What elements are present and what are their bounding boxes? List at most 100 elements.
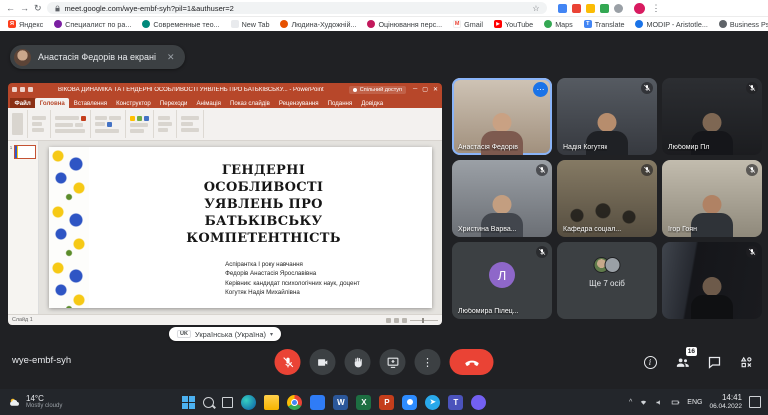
tab-home[interactable]: Головна <box>35 98 69 108</box>
participant-tile[interactable]: Л Любомира Пілец... <box>452 242 552 319</box>
edge-icon[interactable] <box>241 395 256 410</box>
participant-tile[interactable]: Христина Варва... <box>452 160 552 237</box>
extension-icon-3[interactable] <box>586 4 595 13</box>
clock[interactable]: 14:41 06.04.2022 <box>709 393 742 410</box>
back-icon[interactable]: ← <box>6 4 15 13</box>
hidden-icons-caret[interactable]: ^ <box>629 399 632 406</box>
tab-design[interactable]: Конструктор <box>112 98 156 108</box>
powerpoint-titlebar: ВІКОВА ДИНАМІКА ТА ГЕНДЕРНІ ОСОБЛИВОСТІ … <box>8 83 442 96</box>
tab-review[interactable]: Рецензування <box>274 98 323 108</box>
excel-icon[interactable]: X <box>356 395 371 410</box>
mic-button[interactable] <box>275 349 301 375</box>
overflow-tile[interactable]: Ще 7 осіб <box>557 242 657 319</box>
tab-file[interactable]: Файл <box>10 98 35 108</box>
window-controls[interactable]: ─▢✕ <box>413 86 438 93</box>
powerpoint-icon[interactable]: P <box>379 395 394 410</box>
reload-icon[interactable]: ↻ <box>34 4 42 13</box>
weather-widget[interactable]: 14°C Mostly cloudy <box>0 389 70 415</box>
battery-icon[interactable] <box>671 398 680 407</box>
share-button[interactable]: Спільний доступ <box>349 86 406 94</box>
bookmark-new-tab[interactable]: New Tab <box>231 20 270 29</box>
people-button[interactable]: 16 <box>674 354 690 370</box>
view-zoom-controls[interactable] <box>386 318 438 323</box>
chat-button[interactable] <box>706 354 722 370</box>
telegram-icon[interactable]: ➤ <box>425 395 440 410</box>
present-button[interactable] <box>380 349 406 375</box>
meeting-details-button[interactable]: i <box>642 354 658 370</box>
bookmark-item[interactable]: Специалист по ра... <box>54 20 131 29</box>
profile-avatar[interactable] <box>634 3 645 14</box>
participant-tile[interactable]: Ігор Гоян <box>662 160 762 237</box>
quick-access-toolbar[interactable] <box>12 87 33 92</box>
thumbnail-number: 1 <box>10 145 13 150</box>
url-text: meet.google.com/wye-embf-syh?pil=1&authu… <box>65 4 529 13</box>
extension-icon-2[interactable] <box>572 4 581 13</box>
tab-view[interactable]: Подання <box>323 98 357 108</box>
mic-muted-icon <box>536 246 548 258</box>
tile-options-icon[interactable]: ⋯ <box>533 82 548 97</box>
activities-button[interactable] <box>738 354 754 370</box>
browser-menu-icon[interactable]: ⋮ <box>652 3 661 14</box>
bookmark-youtube[interactable]: ▶YouTube <box>494 20 533 29</box>
bookmark-item[interactable]: MODIP - Aristotle... <box>635 20 707 29</box>
participant-tile[interactable]: Любомир Пл <box>662 78 762 155</box>
extensions-puzzle-icon[interactable] <box>614 4 623 13</box>
ribbon-group <box>31 110 51 138</box>
tab-animations[interactable]: Анімація <box>192 98 226 108</box>
tab-insert[interactable]: Вставлення <box>69 98 111 108</box>
extension-icon-4[interactable] <box>600 4 609 13</box>
mic-muted-icon <box>746 82 758 94</box>
store-icon[interactable] <box>310 395 325 410</box>
participant-tile[interactable]: ⋯ Анастасія Федорів <box>452 78 552 155</box>
favicon <box>142 20 150 28</box>
wifi-icon[interactable] <box>639 398 648 407</box>
favicon <box>719 20 727 28</box>
notification-text: Анастасія Федорів на екрані <box>38 52 156 62</box>
bookmark-translate[interactable]: TTranslate <box>584 20 625 29</box>
bookmark-maps[interactable]: Maps <box>544 20 573 29</box>
more-options-button[interactable]: ⋮ <box>415 349 441 375</box>
close-icon[interactable]: ✕ <box>163 52 179 63</box>
participant-tile[interactable] <box>662 242 762 319</box>
tab-transitions[interactable]: Переходи <box>155 98 192 108</box>
slide-thumbnail[interactable] <box>14 145 36 159</box>
address-bar[interactable]: meet.google.com/wye-embf-syh?pil=1&authu… <box>47 2 547 14</box>
bookmark-label: Современные тео... <box>153 20 219 29</box>
file-explorer-icon[interactable] <box>264 395 279 410</box>
viber-icon[interactable] <box>471 395 486 410</box>
bookmark-gmail[interactable]: MGmail <box>453 20 483 29</box>
person-icon <box>353 88 357 92</box>
language-indicator[interactable]: ENG <box>687 399 702 406</box>
bookmark-label: YouTube <box>505 20 533 29</box>
camera-button[interactable] <box>310 349 336 375</box>
caption-language-selector[interactable]: UK Українська (Україна) ▾ <box>169 327 281 341</box>
task-view-icon[interactable] <box>222 397 233 408</box>
zoom-icon[interactable] <box>402 395 417 410</box>
participant-tile[interactable]: Надія Когутяк <box>557 78 657 155</box>
tab-slideshow[interactable]: Показ слайдів <box>225 98 274 108</box>
leave-call-button[interactable] <box>450 349 494 375</box>
start-button[interactable] <box>182 396 195 409</box>
chrome-icon[interactable] <box>287 395 302 410</box>
window-title: ВІКОВА ДИНАМІКА ТА ГЕНДЕРНІ ОСОБЛИВОСТІ … <box>37 87 345 93</box>
volume-icon[interactable] <box>655 398 664 407</box>
participant-name: Надія Когутяк <box>563 144 607 151</box>
browser-toolbar: ← → ↻ meet.google.com/wye-embf-syh?pil=1… <box>0 0 768 17</box>
extension-icon-1[interactable] <box>558 4 567 13</box>
bookmark-item[interactable]: Оцінювання перс... <box>367 20 442 29</box>
search-icon[interactable] <box>203 397 214 408</box>
tab-help[interactable]: Довідка <box>357 98 388 108</box>
bookmark-star-icon[interactable]: ☆ <box>532 4 539 13</box>
notification-center-icon[interactable] <box>749 396 761 408</box>
word-icon[interactable]: W <box>333 395 348 410</box>
teams-icon[interactable]: T <box>448 395 463 410</box>
forward-icon[interactable]: → <box>20 4 29 13</box>
bookmark-yandex[interactable]: ЯЯндекс <box>8 20 43 29</box>
bookmark-label: MODIP - Aristotle... <box>646 20 707 29</box>
bookmark-item[interactable]: Business Psycholog... <box>719 20 768 29</box>
participant-tile[interactable]: Кафедра соціал... <box>557 160 657 237</box>
bookmark-item[interactable]: Современные тео... <box>142 20 219 29</box>
raise-hand-button[interactable] <box>345 349 371 375</box>
bookmark-item[interactable]: Людина-Художній... <box>280 20 356 29</box>
bookmark-label: Translate <box>595 20 625 29</box>
